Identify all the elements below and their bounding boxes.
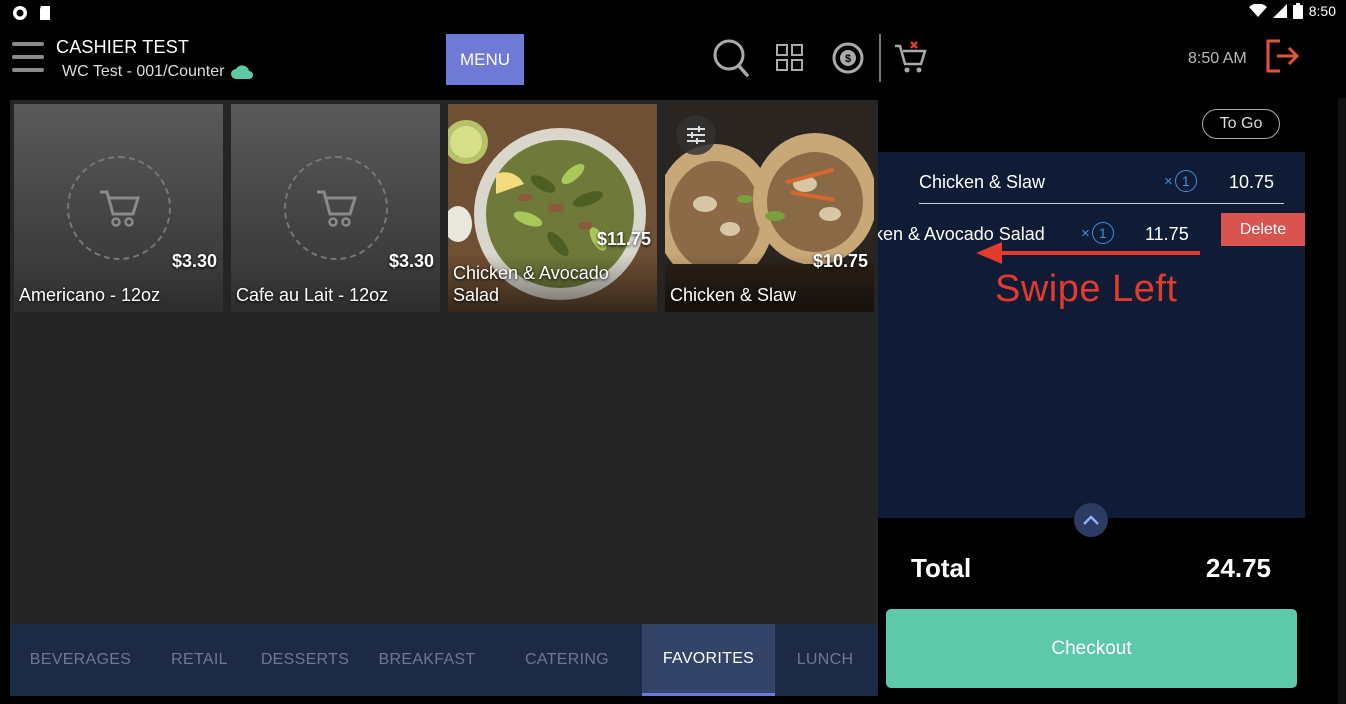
product-name: Chicken & Slaw	[670, 285, 797, 305]
cart-icon	[100, 190, 141, 227]
header-divider	[879, 34, 881, 82]
svg-text:$: $	[845, 53, 851, 65]
product-name: Americano - 12oz	[19, 285, 161, 305]
currency-refresh-icon[interactable]: $	[830, 40, 866, 76]
order-type-button[interactable]: To Go	[1202, 109, 1280, 139]
tab-favorites[interactable]: FAVORITES	[642, 624, 775, 696]
product-tile[interactable]: $11.75 Chicken & Avocado Salad	[448, 104, 657, 312]
category-tabs: BEVERAGES RETAIL DESSERTS BREAKFAST CATE…	[10, 624, 878, 696]
delete-button[interactable]: Delete	[1221, 213, 1305, 246]
product-price: $3.30	[388, 251, 434, 271]
qty-multiplier: ×	[1164, 172, 1173, 190]
order-line-price: 10.75	[1229, 172, 1275, 192]
product-price: $11.75	[596, 229, 651, 249]
record-icon	[13, 6, 27, 20]
product-grid: $3.30 Americano - 12oz $3.30 Cafe au Lai…	[10, 100, 878, 624]
tab-retail[interactable]: RETAIL	[151, 624, 248, 696]
app-header: CASHIER TEST WC Test - 001/Counter MENU …	[0, 26, 1346, 98]
product-tile[interactable]: $3.30 Americano - 12oz	[14, 104, 223, 312]
edge-strip	[1338, 98, 1346, 704]
logout-icon[interactable]	[1264, 38, 1300, 74]
wifi-icon	[1248, 4, 1267, 17]
menu-button[interactable]: MENU	[446, 34, 524, 85]
tab-lunch[interactable]: LUNCH	[775, 624, 875, 696]
signal-icon	[1272, 4, 1287, 18]
swipe-annotation: Swipe Left	[995, 268, 1178, 310]
product-name: Cafe au Lait - 12oz	[236, 285, 389, 305]
status-bar: 8:50	[0, 0, 1346, 26]
header-time: 8:50 AM	[1188, 50, 1247, 67]
product-tile[interactable]: $10.75 Chicken & Slaw	[665, 104, 874, 312]
product-price: $10.75	[812, 251, 868, 271]
modifiers-icon[interactable]	[675, 114, 717, 156]
tab-beverages[interactable]: BEVERAGES	[10, 624, 151, 696]
qty-value: 1	[1174, 170, 1197, 192]
tab-breakfast[interactable]: BREAKFAST	[362, 624, 492, 696]
sd-card-icon	[40, 6, 50, 20]
status-left-icons	[12, 5, 52, 21]
qty-multiplier: ×	[1081, 224, 1090, 242]
cashier-name: CASHIER TEST	[56, 37, 190, 57]
cloud-icon	[231, 65, 254, 79]
product-name: Chicken & Avocado Salad	[453, 263, 609, 305]
clear-cart-icon[interactable]	[893, 40, 929, 76]
tab-desserts[interactable]: DESSERTS	[248, 624, 362, 696]
total-label: Total	[911, 553, 972, 583]
station-label: WC Test - 001/Counter	[62, 63, 254, 81]
order-line[interactable]: Chicken & Slaw × 1 10.75	[919, 152, 1284, 204]
product-tile[interactable]: $3.30 Cafe au Lait - 12oz	[231, 104, 440, 312]
product-price: $3.30	[171, 251, 217, 271]
station-text: WC Test - 001/Counter	[62, 63, 225, 80]
order-line-name: Chicken & Slaw	[919, 172, 1046, 192]
battery-icon	[1292, 3, 1303, 19]
swipe-arrow-icon	[976, 242, 1200, 264]
order-panel: Chicken & Slaw × 1 10.75 ken & Avocado S…	[878, 152, 1305, 518]
expand-order-button[interactable]	[1074, 503, 1108, 537]
cart-icon	[317, 190, 358, 227]
tab-catering[interactable]: CATERING	[492, 624, 642, 696]
search-icon[interactable]	[712, 38, 750, 78]
chevron-up-icon	[1083, 515, 1099, 525]
checkout-button[interactable]: Checkout	[886, 609, 1297, 688]
status-time: 8:50	[1308, 3, 1336, 19]
status-right-icons: 8:50	[1248, 3, 1336, 19]
total-value: 24.75	[1205, 553, 1271, 583]
order-line-qty[interactable]: × 1	[1164, 170, 1197, 192]
hamburger-menu-icon[interactable]	[12, 42, 44, 74]
grid-view-icon[interactable]	[776, 44, 804, 72]
